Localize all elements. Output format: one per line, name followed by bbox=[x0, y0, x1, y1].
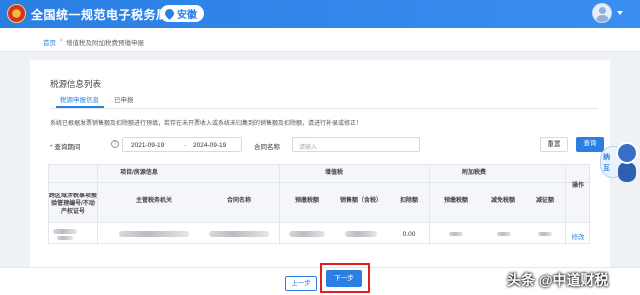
query-filter: * 查询期间 ? 2021-09-19 - 2024-09-19 合同名称 请输… bbox=[48, 137, 604, 153]
top-header-bar: 全国统一规范电子税务局 安徽 bbox=[0, 0, 640, 28]
column-divider bbox=[565, 165, 566, 245]
assistant-label-2: 互 bbox=[603, 165, 610, 172]
tax-emblem-icon bbox=[7, 4, 26, 23]
help-icon[interactable]: ? bbox=[111, 140, 119, 148]
required-mark: * bbox=[50, 144, 53, 151]
col-prepaid-tax: 预缴税额 bbox=[294, 198, 319, 204]
breadcrumb-separator: > bbox=[59, 37, 63, 44]
region-selector[interactable]: 安徽 bbox=[160, 5, 204, 22]
query-period-text: 查询期间 bbox=[54, 144, 81, 151]
query-period-label: * 查询期间 bbox=[50, 141, 80, 151]
site-title: 全国统一规范电子税务局 bbox=[31, 8, 169, 22]
col-prepaid-tax-2: 预缴税额 bbox=[443, 198, 468, 204]
tax-source-card: 税源信息列表 税源申报信息 已申报 系统已根据发票销售额及扣除额进行预填，若存在… bbox=[30, 60, 610, 267]
table-row: 0.00 修改 bbox=[49, 223, 589, 245]
redacted-cell bbox=[345, 231, 377, 237]
reset-button[interactable]: 重置 bbox=[540, 137, 568, 152]
breadcrumb: 首页 > 增值税及附加税费预缴申报 bbox=[0, 28, 640, 52]
group-vat-header: 增值税 bbox=[324, 170, 343, 176]
user-avatar[interactable] bbox=[592, 3, 612, 23]
group-surcharge-header: 附加税费 bbox=[461, 170, 486, 176]
redacted-cell bbox=[53, 229, 77, 234]
location-pin-icon bbox=[163, 7, 176, 20]
contract-name-input[interactable]: 请输入 bbox=[292, 137, 420, 152]
col-action: 操作 bbox=[571, 183, 584, 189]
edit-link[interactable]: 修改 bbox=[565, 231, 591, 241]
col-contract-name: 合同名称 bbox=[226, 198, 251, 204]
contract-name-label: 合同名称 bbox=[254, 144, 280, 151]
prefill-notice: 系统已根据发票销售额及扣除额进行预填，若存在未开票收入或系统未归集到的销售额及扣… bbox=[50, 121, 363, 127]
date-from: 2021-09-19 bbox=[131, 142, 165, 149]
tab-tax-source-declaration[interactable]: 税源申报信息 bbox=[60, 94, 99, 104]
col-collected: 减征额 bbox=[535, 198, 554, 204]
assistant-avatar-icon bbox=[616, 142, 638, 164]
tab-declared[interactable]: 已申报 bbox=[114, 94, 134, 104]
redacted-cell bbox=[57, 236, 73, 240]
breadcrumb-current: 增值税及附加税费预缴申报 bbox=[66, 40, 144, 47]
column-divider bbox=[429, 165, 430, 245]
assistant-label-1: 纳 bbox=[603, 154, 610, 161]
redacted-cell bbox=[209, 231, 269, 237]
redacted-cell bbox=[538, 232, 552, 236]
col-deduction: 扣除额 bbox=[399, 198, 418, 204]
region-label: 安徽 bbox=[177, 10, 197, 21]
table-column-header: 跨区域涉税事项报验管理编号/不动产权证号 主管税务机关 合同名称 预缴税额 销售… bbox=[49, 183, 589, 223]
tax-source-table: 项目/房源信息 增值税 附加税费 跨区域涉税事项报验管理编号/不动产权证号 主管… bbox=[48, 164, 590, 245]
col-sales-amount: 销售额（含税） bbox=[339, 198, 382, 204]
redacted-cell bbox=[119, 231, 189, 237]
deduction-value: 0.00 bbox=[402, 231, 416, 238]
date-to: 2024-09-19 bbox=[193, 142, 227, 149]
watermark: 头条 @中道财税 bbox=[507, 272, 609, 288]
col-reduction: 减免税额 bbox=[490, 198, 515, 204]
redacted-cell bbox=[449, 232, 463, 236]
next-step-button[interactable]: 下一步 bbox=[326, 270, 362, 287]
assistant-body bbox=[618, 162, 636, 182]
chevron-down-icon[interactable] bbox=[617, 11, 623, 15]
page-title: 税源信息列表 bbox=[50, 79, 102, 89]
redacted-cell bbox=[497, 232, 511, 236]
breadcrumb-home-link[interactable]: 首页 bbox=[43, 37, 56, 47]
column-divider bbox=[97, 165, 98, 245]
col-tax-authority: 主管税务机关 bbox=[135, 198, 172, 204]
date-separator: - bbox=[184, 142, 187, 149]
table-group-header: 项目/房源信息 增值税 附加税费 bbox=[49, 165, 589, 183]
previous-step-button[interactable]: 上一步 bbox=[285, 276, 317, 291]
tabs-divider bbox=[50, 108, 598, 109]
column-divider bbox=[279, 165, 280, 245]
date-range-picker[interactable]: 2021-09-19 - 2024-09-19 bbox=[122, 137, 242, 152]
redacted-cell bbox=[289, 231, 325, 237]
tax-assistant-widget[interactable]: 纳 互 bbox=[600, 142, 638, 188]
col-tax-source-number: 跨区域涉税事项报验管理编号/不动产权证号 bbox=[49, 193, 97, 215]
